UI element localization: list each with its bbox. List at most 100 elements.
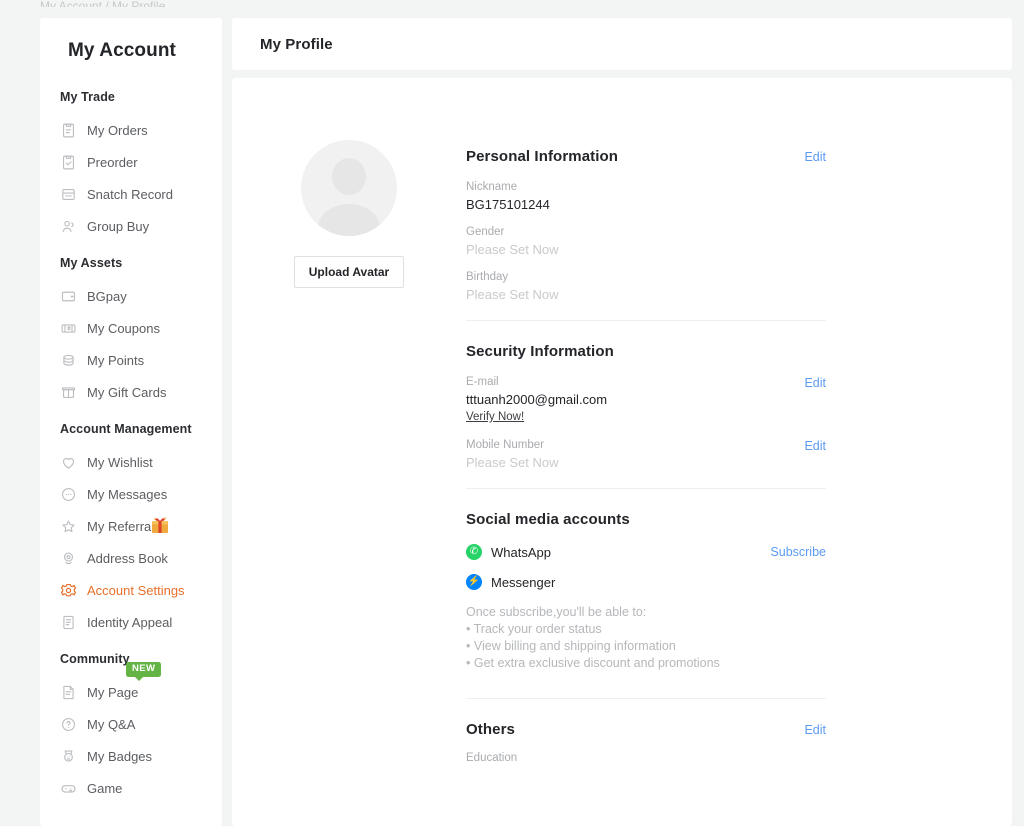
- sidebar-item-label: My Badges: [87, 748, 153, 764]
- mobile-number-field: Mobile Number Edit Please Set Now: [466, 439, 826, 470]
- sidebar-item-label: My Gift Cards: [87, 384, 167, 400]
- benefit-item: • Track your order status: [466, 622, 602, 636]
- sidebar-group: My Assets BGpay My Coupons My Points My Gift…: [40, 256, 222, 408]
- benefits-intro: Once subscribe,you'll be able to:: [466, 605, 647, 619]
- subscribe-benefits: Once subscribe,you'll be able to: • Trac…: [466, 604, 826, 672]
- divider: [466, 698, 826, 699]
- social-media-header: Social media accounts: [466, 511, 826, 528]
- sidebar-item-label: My Page: [87, 684, 139, 700]
- sidebar-item-my-page[interactable]: My Page NEW: [40, 662, 222, 708]
- edit-email-link[interactable]: Edit: [804, 376, 826, 390]
- sidebar-item-label: My Messages: [87, 486, 168, 502]
- document-icon: [60, 614, 77, 631]
- messenger-row: ⚡ Messenger: [466, 574, 826, 590]
- main-content: My Profile Upload Avatar Personal Inform…: [232, 18, 1012, 826]
- education-label: Education: [466, 752, 518, 764]
- whatsapp-icon: ✆: [466, 544, 482, 560]
- sidebar-item-my-messages[interactable]: My Messages: [40, 478, 222, 510]
- whatsapp-label: WhatsApp: [491, 544, 551, 560]
- others-title: Others: [466, 721, 515, 738]
- email-label: E-mail: [466, 376, 499, 388]
- new-badge: NEW: [126, 662, 162, 680]
- group-icon: [60, 218, 77, 235]
- messenger-icon: ⚡: [466, 574, 482, 590]
- sidebar-item-account-settings[interactable]: Account Settings: [40, 574, 222, 606]
- avatar[interactable]: [301, 140, 397, 236]
- mobile-number-label: Mobile Number: [466, 439, 544, 451]
- profile-field: Gender Please Set Now: [466, 226, 826, 257]
- subscribe-whatsapp-link[interactable]: Subscribe: [770, 545, 826, 559]
- wallet-icon: [60, 288, 77, 305]
- sidebar-item-my-wishlist[interactable]: My Wishlist: [40, 446, 222, 478]
- edit-others-link[interactable]: Edit: [804, 723, 826, 737]
- sidebar-item-my-coupons[interactable]: My Coupons: [40, 312, 222, 344]
- sidebar-item-my-orders[interactable]: My Orders: [40, 114, 222, 146]
- sidebar-item-label: Group Buy: [87, 218, 150, 234]
- question-icon: [60, 716, 77, 733]
- sidebar-item-label: Account Settings: [87, 582, 185, 598]
- profile-field: Nickname BG175101244: [466, 181, 826, 212]
- location-icon: [60, 550, 77, 567]
- gear-icon: [60, 582, 77, 599]
- snatch-icon: [60, 186, 77, 203]
- sidebar-item-bgpay[interactable]: BGpay: [40, 280, 222, 312]
- security-information-header: Security Information: [466, 343, 826, 360]
- benefit-item: • Get extra exclusive discount and promo…: [466, 656, 720, 670]
- sidebar-group-title: Account Management: [60, 422, 192, 436]
- message-icon: [60, 486, 77, 503]
- badge-icon: [60, 748, 77, 765]
- personal-information-title: Personal Information: [466, 148, 619, 165]
- email-value: tttuanh2000@gmail.com: [466, 392, 608, 407]
- sidebar-item-label: Snatch Record: [87, 186, 173, 202]
- sidebar-group: Account Management My Wishlist My Messages…: [40, 422, 222, 638]
- sidebar-item-label: My Coupons: [87, 320, 160, 336]
- sidebar-title: My Account: [68, 40, 176, 61]
- sidebar-group: Community My Page NEW My Q&A My Badges Game: [40, 652, 222, 804]
- divider: [466, 320, 826, 321]
- sidebar-item-snatch-record[interactable]: Snatch Record: [40, 178, 222, 210]
- sidebar-item-address-book[interactable]: Address Book: [40, 542, 222, 574]
- benefits-list: • Track your order status • View billing …: [466, 621, 826, 672]
- sidebar-group-title: My Trade: [60, 90, 115, 104]
- others-header: Others Edit: [466, 721, 826, 738]
- verify-now-link[interactable]: Verify Now!: [466, 411, 524, 423]
- sidebar-nav: My Trade My Orders Preorder Snatch Record Gr…: [40, 90, 222, 804]
- upload-avatar-button[interactable]: Upload Avatar: [293, 256, 405, 288]
- sidebar-item-identity-appeal[interactable]: Identity Appeal: [40, 606, 222, 638]
- sidebar: My Account My Trade My Orders Preorder Snat…: [40, 18, 222, 826]
- field-value: Please Set Now: [466, 242, 559, 257]
- page-icon: [60, 684, 77, 701]
- star-icon: [60, 518, 77, 535]
- security-information-title: Security Information: [466, 343, 614, 360]
- field-value: Please Set Now: [466, 287, 559, 302]
- sidebar-item-game[interactable]: Game: [40, 772, 222, 804]
- divider: [466, 488, 826, 489]
- info-column: Personal Information Edit Nickname BG1751…: [466, 140, 826, 768]
- heart-icon: [60, 454, 77, 471]
- whatsapp-row: ✆ WhatsApp Subscribe: [466, 544, 826, 560]
- clipboard-check-icon: [60, 154, 77, 171]
- sidebar-item-label: Address Book: [87, 550, 168, 566]
- sidebar-group: My Trade My Orders Preorder Snatch Record Gr…: [40, 90, 222, 242]
- sidebar-item-group-buy[interactable]: Group Buy: [40, 210, 222, 242]
- sidebar-item-label: Preorder: [87, 154, 138, 170]
- sidebar-item-my-q-a[interactable]: My Q&A: [40, 708, 222, 740]
- sidebar-item-my-badges[interactable]: My Badges: [40, 740, 222, 772]
- field-label: Birthday: [466, 271, 509, 283]
- social-media-title: Social media accounts: [466, 511, 630, 528]
- sidebar-item-my-referrals[interactable]: My Referrals: [40, 510, 222, 542]
- sidebar-item-label: Identity Appeal: [87, 614, 173, 630]
- page-root: My Account / My Profile My Account My Tr…: [0, 0, 1024, 826]
- gift-icon: [148, 513, 172, 537]
- sidebar-item-label: My Orders: [87, 122, 148, 138]
- personal-information-header: Personal Information Edit: [466, 148, 826, 165]
- sidebar-item-my-gift-cards[interactable]: My Gift Cards: [40, 376, 222, 408]
- sidebar-item-my-points[interactable]: My Points: [40, 344, 222, 376]
- edit-personal-information-link[interactable]: Edit: [804, 150, 826, 164]
- edit-mobile-number-link[interactable]: Edit: [804, 439, 826, 453]
- page-title: My Profile: [260, 35, 333, 53]
- coins-icon: [60, 352, 77, 369]
- page-header: My Profile: [232, 18, 1012, 70]
- sidebar-item-preorder[interactable]: Preorder: [40, 146, 222, 178]
- sidebar-item-label: My Points: [87, 352, 145, 368]
